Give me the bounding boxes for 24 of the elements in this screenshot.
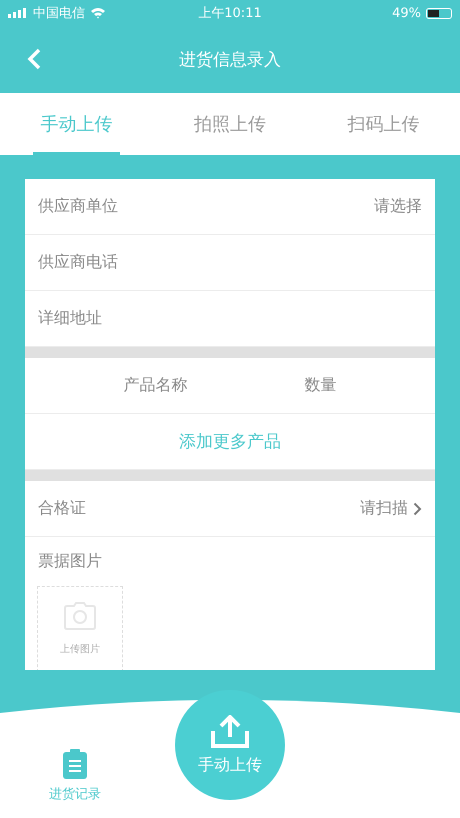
add-product-link[interactable]: 添加更多产品: [179, 430, 281, 453]
back-icon[interactable]: [27, 48, 41, 70]
upload-icon: [210, 714, 250, 748]
upload-image-button[interactable]: 上传图片: [37, 586, 123, 670]
chevron-icon: [413, 502, 422, 516]
column-header: 数量: [304, 375, 336, 396]
clipboard-icon: [63, 748, 87, 778]
select-field[interactable]: 请选择: [374, 196, 422, 217]
field-label: 票据图片: [38, 551, 103, 572]
column-header: 产品名称: [124, 375, 188, 396]
field-label: 供应商电话: [38, 252, 118, 273]
page-title: 进货信息录入: [179, 49, 281, 71]
field-label: 详细地址: [38, 308, 102, 329]
scan-link[interactable]: 请扫描: [360, 498, 422, 519]
carrier-name: 中国电信: [33, 5, 85, 22]
field-label: 合格证: [38, 498, 86, 519]
signal-icon: [8, 8, 28, 18]
camera-icon: [64, 602, 96, 630]
field-label: 供应商单位: [38, 196, 118, 217]
nav-tab[interactable]: 进货记录: [0, 723, 150, 818]
battery-icon: [426, 8, 452, 18]
wifi-icon: [90, 7, 106, 19]
battery-percentage: 49%: [392, 6, 421, 20]
clock-time: 上午10:11: [198, 5, 262, 22]
